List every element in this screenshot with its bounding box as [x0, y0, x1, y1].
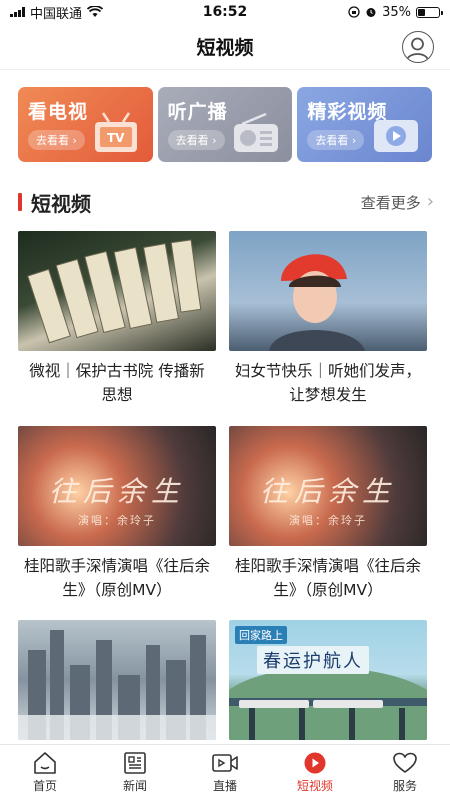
section-accent-bar: [18, 193, 22, 211]
carrier-label: 中国联通: [30, 6, 83, 22]
category-video-card[interactable]: 精彩视频 去看看 ›: [297, 87, 433, 162]
rotation-lock-icon: [348, 6, 360, 18]
tab-services[interactable]: 服务: [360, 745, 450, 800]
status-right: 35%: [348, 4, 443, 20]
wifi-icon: [87, 6, 104, 17]
video-card[interactable]: [18, 620, 216, 748]
battery-icon: [416, 6, 443, 18]
view-more-link[interactable]: 查看更多 ›: [361, 192, 434, 213]
heart-icon: [393, 752, 417, 773]
city-illustration: [18, 630, 216, 740]
category-title: 精彩视频: [307, 101, 388, 123]
video-title: 桂阳歌手深情演唱《往后余生》（原创MV）: [24, 557, 211, 599]
tab-label: 服务: [392, 779, 417, 793]
thumbnail-overlay-subtitle: 演唱：余玲子: [78, 514, 156, 527]
home-icon: [34, 752, 56, 774]
page-title: 短视频: [196, 37, 254, 59]
user-icon: [406, 37, 429, 61]
short-video-icon: [304, 752, 326, 774]
worker-illustration: [269, 254, 365, 351]
category-cards: 看电视 去看看 › TV 听广播 去看看 › 精彩视频 去看看 ›: [18, 87, 433, 162]
video-title: 桂阳歌手深情演唱《往后余生》（原创MV）: [235, 557, 422, 599]
tab-label: 首页: [32, 779, 57, 793]
svg-text:TV: TV: [107, 131, 125, 145]
video-title: 妇女节快乐｜听她们发声，让梦想发生: [235, 362, 422, 404]
category-radio-card[interactable]: 听广播 去看看 ›: [157, 87, 293, 162]
thumbnail-overlay-title: 往后余生: [259, 475, 396, 508]
tab-live[interactable]: 直播: [180, 745, 270, 800]
category-title: 听广播: [167, 101, 228, 123]
category-go-button[interactable]: 去看看 ›: [307, 130, 365, 150]
video-card[interactable]: 回家路上 春运护航人: [229, 620, 427, 748]
live-icon: [212, 754, 238, 772]
user-avatar-button[interactable]: [402, 31, 434, 63]
books-illustration: [27, 239, 202, 344]
status-bar: 中国联通 16:52 35%: [0, 0, 450, 24]
video-card[interactable]: 妇女节快乐｜听她们发声，让梦想发生: [229, 231, 427, 407]
video-thumbnail[interactable]: [229, 231, 427, 351]
video-title: 微视｜保护古书院 传播新思想: [29, 362, 205, 404]
category-go-button[interactable]: 去看看 ›: [167, 130, 225, 150]
news-icon: [124, 752, 146, 774]
view-more-label: 查看更多: [360, 193, 421, 212]
category-tv-card[interactable]: 看电视 去看看 › TV: [18, 87, 153, 162]
tab-home[interactable]: 首页: [0, 745, 90, 800]
tab-label: 直播: [212, 779, 237, 793]
video-thumbnail[interactable]: [18, 231, 216, 351]
bottom-tab-bar: 首页 新闻 直播 短视频 服务: [0, 744, 450, 800]
thumbnail-overlay-title: 往后余生: [48, 475, 185, 508]
category-title: 看电视: [28, 101, 89, 123]
thumbnail-overlay-label: 回家路上: [235, 626, 287, 644]
video-card[interactable]: 往后余生 演唱：余玲子 桂阳歌手深情演唱《往后余生》（原创MV）: [229, 426, 427, 602]
signal-icon: [10, 7, 25, 17]
video-card[interactable]: 微视｜保护古书院 传播新思想: [18, 231, 216, 407]
video-thumbnail[interactable]: 往后余生 演唱：余玲子: [18, 426, 216, 546]
short-video-section-header: 短视频 查看更多 ›: [18, 188, 434, 216]
tab-short-video[interactable]: 短视频: [270, 745, 360, 800]
alarm-icon: [366, 8, 376, 17]
video-thumbnail[interactable]: [18, 620, 216, 740]
thumbnail-overlay-title: 春运护航人: [257, 646, 369, 674]
app-header: 短视频: [0, 24, 450, 70]
video-card[interactable]: 往后余生 演唱：余玲子 桂阳歌手深情演唱《往后余生》（原创MV）: [18, 426, 216, 602]
battery-percent: 35%: [382, 4, 411, 20]
tab-label: 新闻: [122, 779, 147, 793]
tab-label: 短视频: [296, 779, 333, 793]
battery-level: [418, 8, 425, 16]
category-go-button[interactable]: 去看看 ›: [28, 130, 85, 150]
thumbnail-overlay-subtitle: 演唱：余玲子: [289, 514, 367, 527]
video-thumbnail[interactable]: 往后余生 演唱：余玲子: [229, 426, 427, 546]
status-left: 中国联通: [10, 3, 348, 22]
tab-news[interactable]: 新闻: [90, 745, 180, 800]
section-title: 短视频: [31, 191, 91, 216]
video-thumbnail[interactable]: 回家路上 春运护航人: [229, 620, 427, 740]
chevron-right-icon: ›: [426, 191, 434, 212]
